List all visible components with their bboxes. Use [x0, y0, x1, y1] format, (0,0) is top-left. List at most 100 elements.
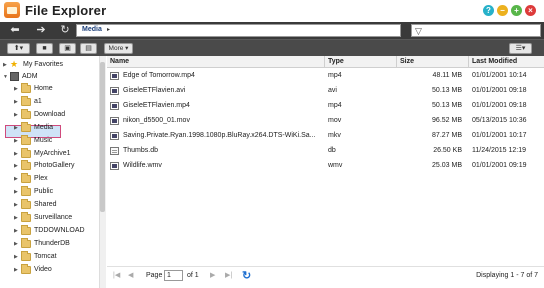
minimize-button[interactable]: −	[497, 5, 508, 16]
table-row[interactable]: Wildlife.wmv wmv 25.03 MB 01/01/2001 09:19	[107, 160, 544, 172]
address-bar: ⬅︎ ➔ ↻ Media ▸ ▽	[0, 22, 544, 39]
tree-item-shared[interactable]: ▶ Shared	[14, 199, 57, 211]
filter-icon[interactable]: ▽	[415, 25, 422, 37]
path-input[interactable]: Media ▸	[76, 24, 401, 37]
expand-arrow-icon[interactable]: ▶	[14, 83, 20, 95]
tree-item-media[interactable]: ▶ Media	[14, 121, 53, 134]
tree-item-favorites[interactable]: ▶ ★ My Favorites	[3, 59, 63, 71]
expand-arrow-icon[interactable]: ▶	[14, 135, 20, 147]
collapse-arrow-icon[interactable]: ▼	[3, 71, 9, 83]
tree-item-adm[interactable]: ▼ ADM	[3, 71, 38, 83]
last-modified-cell: 11/24/2015 12:19	[472, 147, 526, 154]
nas-icon	[10, 72, 19, 81]
last-modified-cell: 05/13/2015 10:36	[472, 117, 527, 124]
tree-item-tomcat[interactable]: ▶ Tomcat	[14, 250, 57, 263]
file-size-cell: 87.27 MB	[432, 132, 462, 139]
refresh-icon[interactable]: ↻	[58, 24, 72, 37]
video-file-icon	[110, 132, 119, 140]
table-row[interactable]: GiseleETFlavien.mp4 mp4 50.13 MB 01/01/2001…	[107, 100, 544, 112]
move-button[interactable]: ▤	[80, 43, 97, 54]
tree-item-label: ThunderDB	[34, 239, 70, 247]
expand-arrow-icon[interactable]: ▶	[14, 264, 20, 276]
expand-arrow-icon[interactable]: ▶	[14, 173, 20, 185]
more-button[interactable]: More ▾	[104, 43, 133, 54]
tree-item-label: ADM	[22, 73, 38, 80]
tree-item-music[interactable]: ▶ Music	[14, 134, 52, 147]
file-name-text: Edge of Tomorrow.mp4	[123, 72, 195, 79]
tree-item-myarchive1[interactable]: ▶ MyArchive1	[14, 147, 71, 160]
previous-page-icon[interactable]: ◀	[128, 271, 133, 279]
table-row[interactable]: Thumbs.db db 26.50 KB 11/24/2015 12:19	[107, 145, 544, 157]
expand-arrow-icon[interactable]: ▶	[14, 199, 20, 211]
expand-arrow-icon[interactable]: ▶	[14, 238, 20, 250]
table-row[interactable]: nikon_d5500_01.mov mov 96.52 MB 05/13/2015 …	[107, 115, 544, 127]
back-arrow-icon[interactable]: ⬅︎	[8, 24, 22, 37]
file-size-cell: 26.50 KB	[433, 147, 462, 154]
table-row[interactable]: Saving.Private.Ryan.1998.1080p.BluRay.x2…	[107, 130, 544, 142]
file-type-cell: db	[328, 147, 336, 154]
tree-item-a1[interactable]: ▶ a1	[14, 95, 42, 108]
file-name-cell: nikon_d5500_01.mov	[110, 115, 324, 127]
tree-item-video[interactable]: ▶ Video	[14, 263, 52, 276]
last-modified-cell: 01/01/2001 09:18	[472, 102, 527, 109]
upload-button[interactable]: ⬆▾	[7, 43, 30, 54]
last-page-icon[interactable]: ▶|	[225, 271, 232, 279]
column-header-last-modified[interactable]: Last Modified	[469, 56, 544, 68]
next-page-icon[interactable]: ▶	[210, 271, 215, 279]
expand-arrow-icon[interactable]: ▶	[14, 251, 20, 263]
tree-item-plex[interactable]: ▶ Plex	[14, 173, 48, 185]
expand-arrow-icon[interactable]: ▶	[14, 225, 20, 237]
page-count-label: of 1	[187, 272, 199, 279]
file-size-cell: 48.11 MB	[432, 72, 462, 79]
breadcrumb-separator: ▸	[107, 27, 111, 33]
tree-item-home[interactable]: ▶ Home	[14, 83, 53, 95]
file-size-cell: 96.52 MB	[432, 117, 462, 124]
file-size-cell: 25.03 MB	[432, 162, 462, 169]
expand-arrow-icon[interactable]: ▶	[14, 186, 20, 198]
column-header-size[interactable]: Size	[397, 56, 469, 68]
copy-button[interactable]: ▣	[59, 43, 76, 54]
tree-item-label: TDDOWNLOAD	[34, 226, 85, 234]
folder-icon	[21, 147, 31, 158]
tree-scrollbar-thumb[interactable]	[100, 62, 105, 212]
file-name-text: nikon_d5500_01.mov	[123, 117, 190, 124]
tree-item-thunderdb[interactable]: ▶ ThunderDB	[14, 237, 70, 250]
help-button[interactable]: ?	[483, 5, 494, 16]
table-row[interactable]: Edge of Tomorrow.mp4 mp4 48.11 MB 01/01/200…	[107, 70, 544, 82]
tree-item-tddownload[interactable]: ▶ TDDOWNLOAD	[14, 224, 85, 237]
close-button[interactable]: ×	[525, 5, 536, 16]
expand-arrow-icon[interactable]: ▶	[14, 160, 20, 172]
maximize-button[interactable]: +	[511, 5, 522, 16]
file-size-cell: 50.13 MB	[432, 102, 462, 109]
last-modified-cell: 01/01/2001 10:17	[472, 132, 527, 139]
folder-icon	[21, 199, 31, 210]
tree-item-label: a1	[34, 97, 42, 105]
file-name-cell: GiseleETFlavien.avi	[110, 85, 324, 97]
expand-arrow-icon[interactable]: ▶	[3, 59, 9, 71]
table-row[interactable]: GiseleETFlavien.avi avi 50.13 MB 01/01/2001…	[107, 85, 544, 97]
new-folder-button[interactable]: ■	[36, 43, 53, 54]
breadcrumb-current[interactable]: Media	[82, 26, 102, 33]
expand-arrow-icon[interactable]: ▶	[14, 96, 20, 108]
search-input[interactable]: ▽	[411, 24, 541, 37]
tree-item-photogallery[interactable]: ▶ PhotoGallery	[14, 160, 74, 172]
expand-arrow-icon[interactable]: ▶	[14, 109, 20, 121]
tree-item-surveillance[interactable]: ▶ Surveillance	[14, 212, 72, 224]
expand-arrow-icon[interactable]: ▶	[14, 148, 20, 160]
expand-arrow-icon[interactable]: ▶	[14, 212, 20, 224]
first-page-icon[interactable]: |◀	[113, 271, 120, 279]
tree-item-label: My Favorites	[23, 61, 64, 68]
forward-arrow-icon[interactable]: ➔	[34, 24, 48, 37]
tree-item-download[interactable]: ▶ Download	[14, 108, 65, 121]
folder-icon	[21, 224, 31, 235]
column-header-name[interactable]: Name	[107, 56, 325, 68]
page-label: Page	[146, 272, 163, 279]
file-name-text: GiseleETFlavien.avi	[123, 87, 186, 94]
expand-arrow-icon[interactable]: ▶	[14, 122, 20, 134]
refresh-icon[interactable]: ↻	[242, 269, 251, 282]
page-number-input[interactable]: 1	[164, 270, 183, 281]
video-file-icon	[110, 87, 119, 95]
column-header-type[interactable]: Type	[325, 56, 397, 68]
view-mode-button[interactable]: ☰▾	[509, 43, 532, 54]
tree-item-public[interactable]: ▶ Public	[14, 186, 53, 198]
